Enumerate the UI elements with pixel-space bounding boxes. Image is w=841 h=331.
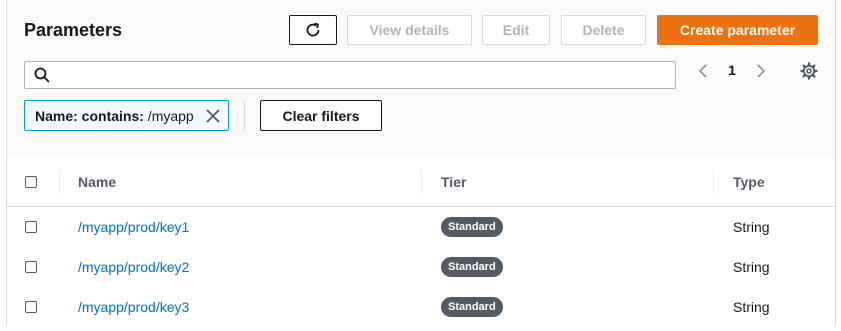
- table-row: /myapp/prod/key1 Standard String: [7, 207, 835, 248]
- parameters-panel: Parameters View details Edit Delete Crea…: [6, 0, 836, 327]
- search-box: [24, 61, 676, 89]
- page-title: Parameters: [24, 20, 123, 40]
- tier-badge: Standard: [441, 257, 503, 277]
- header-area: Parameters View details Edit Delete Crea…: [7, 0, 835, 159]
- tier-badge: Standard: [441, 217, 503, 237]
- create-parameter-button[interactable]: Create parameter: [657, 15, 818, 45]
- search-input[interactable]: [57, 64, 671, 88]
- view-details-button[interactable]: View details: [347, 15, 472, 45]
- column-separator: [421, 170, 422, 194]
- clear-filters-button[interactable]: Clear filters: [260, 100, 382, 131]
- row-checkbox[interactable]: [25, 221, 37, 233]
- refresh-icon: [306, 22, 320, 37]
- column-header-type[interactable]: Type: [733, 174, 765, 190]
- preferences-button[interactable]: [799, 61, 819, 81]
- parameter-name-link[interactable]: /myapp/prod/key3: [78, 299, 189, 315]
- chevron-left-icon: [698, 64, 707, 78]
- gear-icon: [800, 62, 818, 80]
- filter-key: Name: contains:: [35, 107, 144, 124]
- column-header-tier[interactable]: Tier: [441, 174, 466, 190]
- chevron-right-icon: [757, 64, 766, 78]
- row-checkbox[interactable]: [25, 301, 37, 313]
- select-all-checkbox[interactable]: [25, 176, 37, 188]
- filter-divider: [244, 101, 245, 130]
- table-row: /myapp/prod/key2 Standard String: [7, 247, 835, 288]
- tier-badge: Standard: [441, 297, 503, 317]
- table-header: Name Tier Type: [7, 158, 835, 207]
- refresh-button[interactable]: [289, 15, 337, 45]
- column-separator: [59, 170, 60, 194]
- parameter-name-link[interactable]: /myapp/prod/key2: [78, 259, 189, 275]
- table-row: /myapp/prod/key3 Standard String: [7, 287, 835, 327]
- page-number[interactable]: 1: [725, 62, 739, 78]
- search-icon: [34, 67, 50, 83]
- parameter-name-link[interactable]: /myapp/prod/key1: [78, 219, 189, 235]
- filter-token: Name: contains: /myapp: [24, 100, 229, 131]
- edit-button[interactable]: Edit: [482, 15, 550, 45]
- delete-button[interactable]: Delete: [561, 15, 646, 45]
- parameter-type: String: [733, 299, 770, 315]
- column-separator: [713, 170, 714, 194]
- filter-value: /myapp: [143, 107, 194, 124]
- close-icon[interactable]: [205, 108, 221, 124]
- next-page-button[interactable]: [752, 61, 770, 81]
- previous-page-button[interactable]: [694, 61, 712, 81]
- filter-token-text: Name: contains: /myapp: [35, 108, 194, 124]
- parameter-type: String: [733, 259, 770, 275]
- column-header-name[interactable]: Name: [78, 174, 116, 190]
- row-checkbox[interactable]: [25, 261, 37, 273]
- parameter-type: String: [733, 219, 770, 235]
